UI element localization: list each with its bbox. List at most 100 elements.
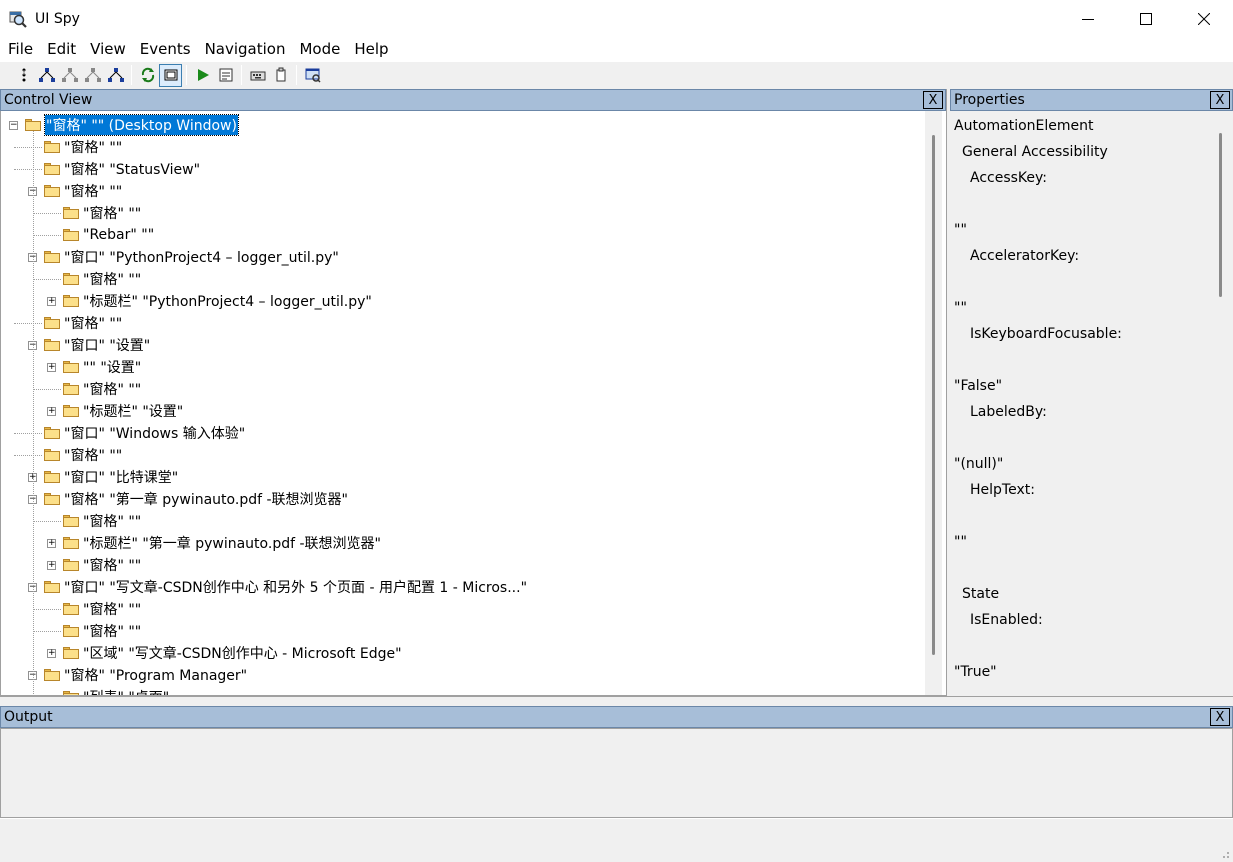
tree-item[interactable]: "窗口" "PythonProject4 – logger_util.py" (44, 246, 339, 268)
tree-item-label[interactable]: "窗格" "" (64, 445, 122, 465)
tree-item[interactable]: "窗格" "" (Desktop Window) (25, 114, 239, 136)
expand-icon[interactable]: + (47, 407, 56, 416)
properties-scrollbar[interactable] (1212, 111, 1229, 696)
tree-item[interactable]: "列表" "桌面" (63, 686, 169, 695)
tree-prev-sibling-icon (84, 68, 101, 82)
menu-file[interactable]: File (1, 37, 40, 61)
tree-item-label[interactable]: "窗口" "写文章-CSDN创作中心 和另外 5 个页面 - 用户配置 1 - … (64, 577, 527, 597)
tree-parent-button[interactable] (12, 64, 35, 87)
tree-item-label[interactable]: "窗格" "" (83, 379, 141, 399)
tree-item[interactable]: "窗格" "" (63, 268, 141, 290)
tree-item[interactable]: "窗格" "" (44, 312, 122, 334)
tree-item[interactable]: "标题栏" "第一章 pywinauto.pdf -联想浏览器" (63, 532, 381, 554)
tree-item[interactable]: "窗格" "第一章 pywinauto.pdf -联想浏览器" (44, 488, 348, 510)
tree-item[interactable]: "窗口" "比特课堂" (44, 466, 178, 488)
tree-item-label[interactable]: "窗格" "Program Manager" (64, 665, 247, 685)
maximize-button[interactable] (1117, 0, 1175, 37)
tree-item[interactable]: "窗格" "" (44, 180, 122, 202)
tree-item[interactable]: "窗口" "设置" (44, 334, 150, 356)
refresh-button[interactable] (136, 64, 159, 87)
keyboard-button[interactable] (246, 64, 269, 87)
tree-item-label[interactable]: "窗格" "第一章 pywinauto.pdf -联想浏览器" (64, 489, 348, 509)
tree-item[interactable]: "窗格" "" (63, 202, 141, 224)
tree-item[interactable]: "区域" "写文章-CSDN创作中心 - Microsoft Edge" (63, 642, 402, 664)
minimize-button[interactable] (1059, 0, 1117, 37)
expand-icon[interactable]: + (47, 539, 56, 548)
tree-item-label[interactable]: "窗格" "" (64, 181, 122, 201)
tree-item-label[interactable]: "窗口" "Windows 输入体验" (64, 423, 245, 443)
tree-connector (14, 433, 42, 434)
tree-item-label[interactable]: "窗口" "PythonProject4 – logger_util.py" (64, 247, 339, 267)
clipboard-button[interactable] (269, 64, 292, 87)
play-button[interactable] (191, 64, 214, 87)
tree-item[interactable]: "窗格" "" (63, 598, 141, 620)
tree-item-label[interactable]: "" "设置" (83, 357, 141, 377)
tree-item[interactable]: "标题栏" "设置" (63, 400, 183, 422)
tree-item-label[interactable]: "标题栏" "设置" (83, 401, 183, 421)
menu-navigation[interactable]: Navigation (198, 37, 293, 61)
tree-next-sibling-button[interactable] (58, 64, 81, 87)
keyboard-icon (250, 71, 265, 81)
tree-item[interactable]: "窗格" "Program Manager" (44, 664, 247, 686)
tree-connector (33, 279, 61, 280)
tree-item[interactable]: "窗格" "StatusView" (44, 158, 200, 180)
tree-item-label[interactable]: "窗格" "" (83, 511, 141, 531)
tree-item-label[interactable]: "窗格" "" (Desktop Window) (44, 114, 239, 136)
horizontal-splitter[interactable] (0, 696, 1233, 706)
tree-last-child-button[interactable] (104, 64, 127, 87)
folder-icon (63, 273, 79, 285)
tree-item-label[interactable]: "窗格" "" (64, 137, 122, 157)
tree-item-label[interactable]: "窗口" "设置" (64, 335, 150, 355)
properties-header: Properties X (950, 89, 1233, 111)
collapse-icon[interactable]: − (9, 121, 18, 130)
properties-scroll-thumb[interactable] (1219, 133, 1222, 297)
tree-item[interactable]: "窗格" "" (63, 620, 141, 642)
output-panel[interactable] (0, 728, 1233, 818)
control-view-close-button[interactable]: X (923, 91, 943, 109)
tree-item[interactable]: "" "设置" (63, 356, 141, 378)
tree-item-label[interactable]: "标题栏" "第一章 pywinauto.pdf -联想浏览器" (83, 533, 381, 553)
control-view-scroll-thumb[interactable] (932, 135, 935, 655)
menu-help[interactable]: Help (347, 37, 395, 61)
control-view-scrollbar[interactable] (925, 111, 942, 695)
tree-item[interactable]: "窗格" "" (63, 378, 141, 400)
tree-item-label[interactable]: "区域" "写文章-CSDN创作中心 - Microsoft Edge" (83, 643, 402, 663)
tree-item[interactable]: "窗口" "写文章-CSDN创作中心 和另外 5 个页面 - 用户配置 1 - … (44, 576, 527, 598)
tree-first-child-button[interactable] (35, 64, 58, 87)
menu-mode[interactable]: Mode (292, 37, 347, 61)
menu-events[interactable]: Events (133, 37, 198, 61)
tree-item[interactable]: "标题栏" "PythonProject4 – logger_util.py" (63, 290, 372, 312)
tree-item-label[interactable]: "窗格" "" (83, 555, 141, 575)
expand-icon[interactable]: + (47, 297, 56, 306)
tree-item[interactable]: "窗格" "" (44, 136, 122, 158)
menu-edit[interactable]: Edit (40, 37, 83, 61)
tree-item[interactable]: "Rebar" "" (63, 224, 154, 246)
properties-close-button[interactable]: X (1210, 91, 1230, 109)
tree-item-label[interactable]: "标题栏" "PythonProject4 – logger_util.py" (83, 291, 372, 311)
tree-item[interactable]: "窗格" "" (63, 510, 141, 532)
menu-view[interactable]: View (83, 37, 133, 61)
output-close-button[interactable]: X (1210, 708, 1230, 726)
screenshot-button[interactable] (301, 64, 324, 87)
tree-item[interactable]: "窗格" "" (63, 554, 141, 576)
tree-item-label[interactable]: "列表" "桌面" (83, 687, 169, 695)
tree-item-label[interactable]: "窗格" "" (83, 621, 141, 641)
expand-icon[interactable]: + (47, 649, 56, 658)
hover-mode-button[interactable] (159, 63, 182, 87)
tree-item-label[interactable]: "窗格" "StatusView" (64, 159, 200, 179)
tree-item[interactable]: "窗口" "Windows 输入体验" (44, 422, 245, 444)
tree-prev-sibling-button[interactable] (81, 64, 104, 87)
expand-icon[interactable]: + (47, 363, 56, 372)
tree-item-label[interactable]: "窗格" "" (83, 269, 141, 289)
tree-item-label[interactable]: "窗格" "" (83, 203, 141, 223)
tree-item-label[interactable]: "窗口" "比特课堂" (64, 467, 178, 487)
resize-grip-icon[interactable] (1218, 847, 1230, 859)
tree-item-label[interactable]: "窗格" "" (83, 599, 141, 619)
tree-item-label[interactable]: "窗格" "" (64, 313, 122, 333)
close-window-button[interactable] (1175, 0, 1233, 37)
properties-button[interactable] (214, 64, 237, 87)
tree-item-label[interactable]: "Rebar" "" (83, 227, 154, 243)
expand-icon[interactable]: + (47, 561, 56, 570)
control-view-tree[interactable]: − "窗格" "" (Desktop Window) "窗格" "" "窗格" "St… (0, 111, 946, 696)
tree-item[interactable]: "窗格" "" (44, 444, 122, 466)
